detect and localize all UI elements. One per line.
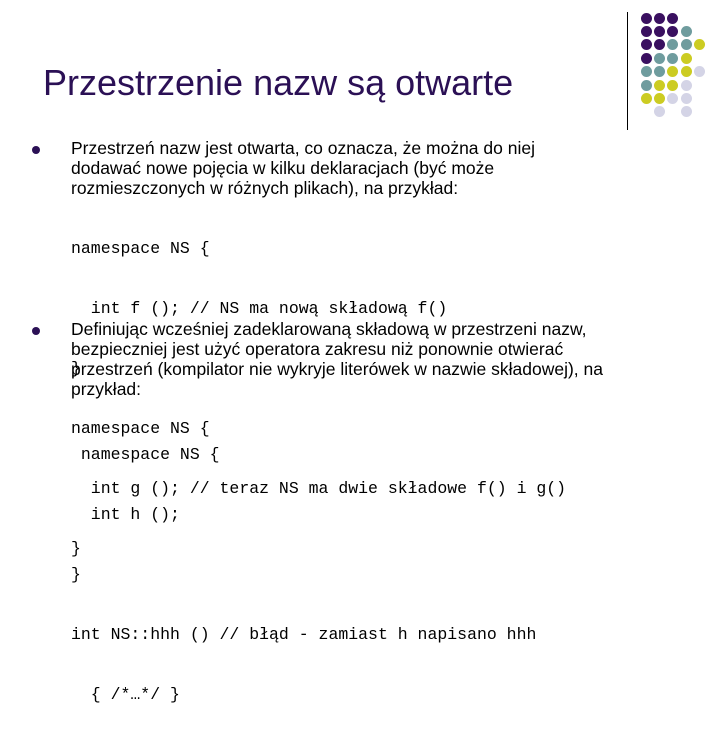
- dot-lavender-icon: [680, 92, 692, 104]
- dot-teal-icon: [667, 39, 679, 51]
- dot-yellow-icon: [667, 66, 679, 78]
- dot-lavender-icon: [680, 79, 692, 91]
- dot-lavender-icon: [667, 92, 679, 104]
- bullet-icon: [32, 327, 40, 335]
- dot-purple-icon: [640, 25, 652, 37]
- dot-lavender-icon: [680, 106, 692, 118]
- dot-teal-icon: [640, 66, 652, 78]
- dot-lavender-icon: [653, 106, 665, 118]
- text-line: przykład:: [71, 379, 142, 399]
- code-line: { /*…*/ }: [71, 685, 180, 704]
- dot-purple-icon: [640, 12, 652, 24]
- text-line: Przestrzeń nazw jest otwarta, co oznacza…: [71, 138, 535, 158]
- dot-purple-icon: [640, 39, 652, 51]
- dot-purple-icon: [667, 25, 679, 37]
- dot-teal-icon: [680, 39, 692, 51]
- dot-grid-decoration: [0, 0, 720, 140]
- code-line: int NS::hhh () // błąd - zamiast h napis…: [71, 625, 537, 644]
- dot-purple-icon: [653, 12, 665, 24]
- dot-teal-icon: [653, 66, 665, 78]
- dot-yellow-icon: [680, 66, 692, 78]
- code-line: }: [71, 565, 81, 584]
- dot-yellow-icon: [667, 79, 679, 91]
- dot-yellow-icon: [640, 92, 652, 104]
- dot-yellow-icon: [694, 39, 706, 51]
- dot-yellow-icon: [653, 92, 665, 104]
- dot-yellow-icon: [653, 79, 665, 91]
- dot-purple-icon: [640, 52, 652, 64]
- text-line: rozmieszczonych w różnych plikach), na p…: [71, 178, 459, 198]
- dot-teal-icon: [653, 52, 665, 64]
- code-line: int h ();: [71, 505, 180, 524]
- bullet-2-text: Definiując wcześniej zadeklarowaną skład…: [71, 319, 603, 399]
- text-line: Definiując wcześniej zadeklarowaną skład…: [71, 319, 587, 339]
- dot-yellow-icon: [680, 52, 692, 64]
- dot-teal-icon: [680, 25, 692, 37]
- code-block-2: namespace NS { int h (); } int NS::hhh (…: [71, 405, 536, 745]
- text-line: przestrzeń (kompilator nie wykryje liter…: [71, 359, 603, 379]
- code-line: namespace NS {: [71, 445, 220, 464]
- code-line: namespace NS {: [71, 239, 210, 258]
- dot-purple-icon: [653, 39, 665, 51]
- dot-teal-icon: [667, 52, 679, 64]
- bullet-icon: [32, 146, 40, 154]
- dot-purple-icon: [653, 25, 665, 37]
- dot-teal-icon: [640, 79, 652, 91]
- dot-purple-icon: [667, 12, 679, 24]
- text-line: bezpieczniej jest użyć operatora zakresu…: [71, 339, 564, 359]
- bullet-1-text: Przestrzeń nazw jest otwarta, co oznacza…: [71, 138, 535, 198]
- text-line: dodawać nowe pojęcia w kilku deklaracjac…: [71, 158, 495, 178]
- dot-lavender-icon: [694, 66, 706, 78]
- code-line: int f (); // NS ma nową składową f(): [71, 299, 448, 318]
